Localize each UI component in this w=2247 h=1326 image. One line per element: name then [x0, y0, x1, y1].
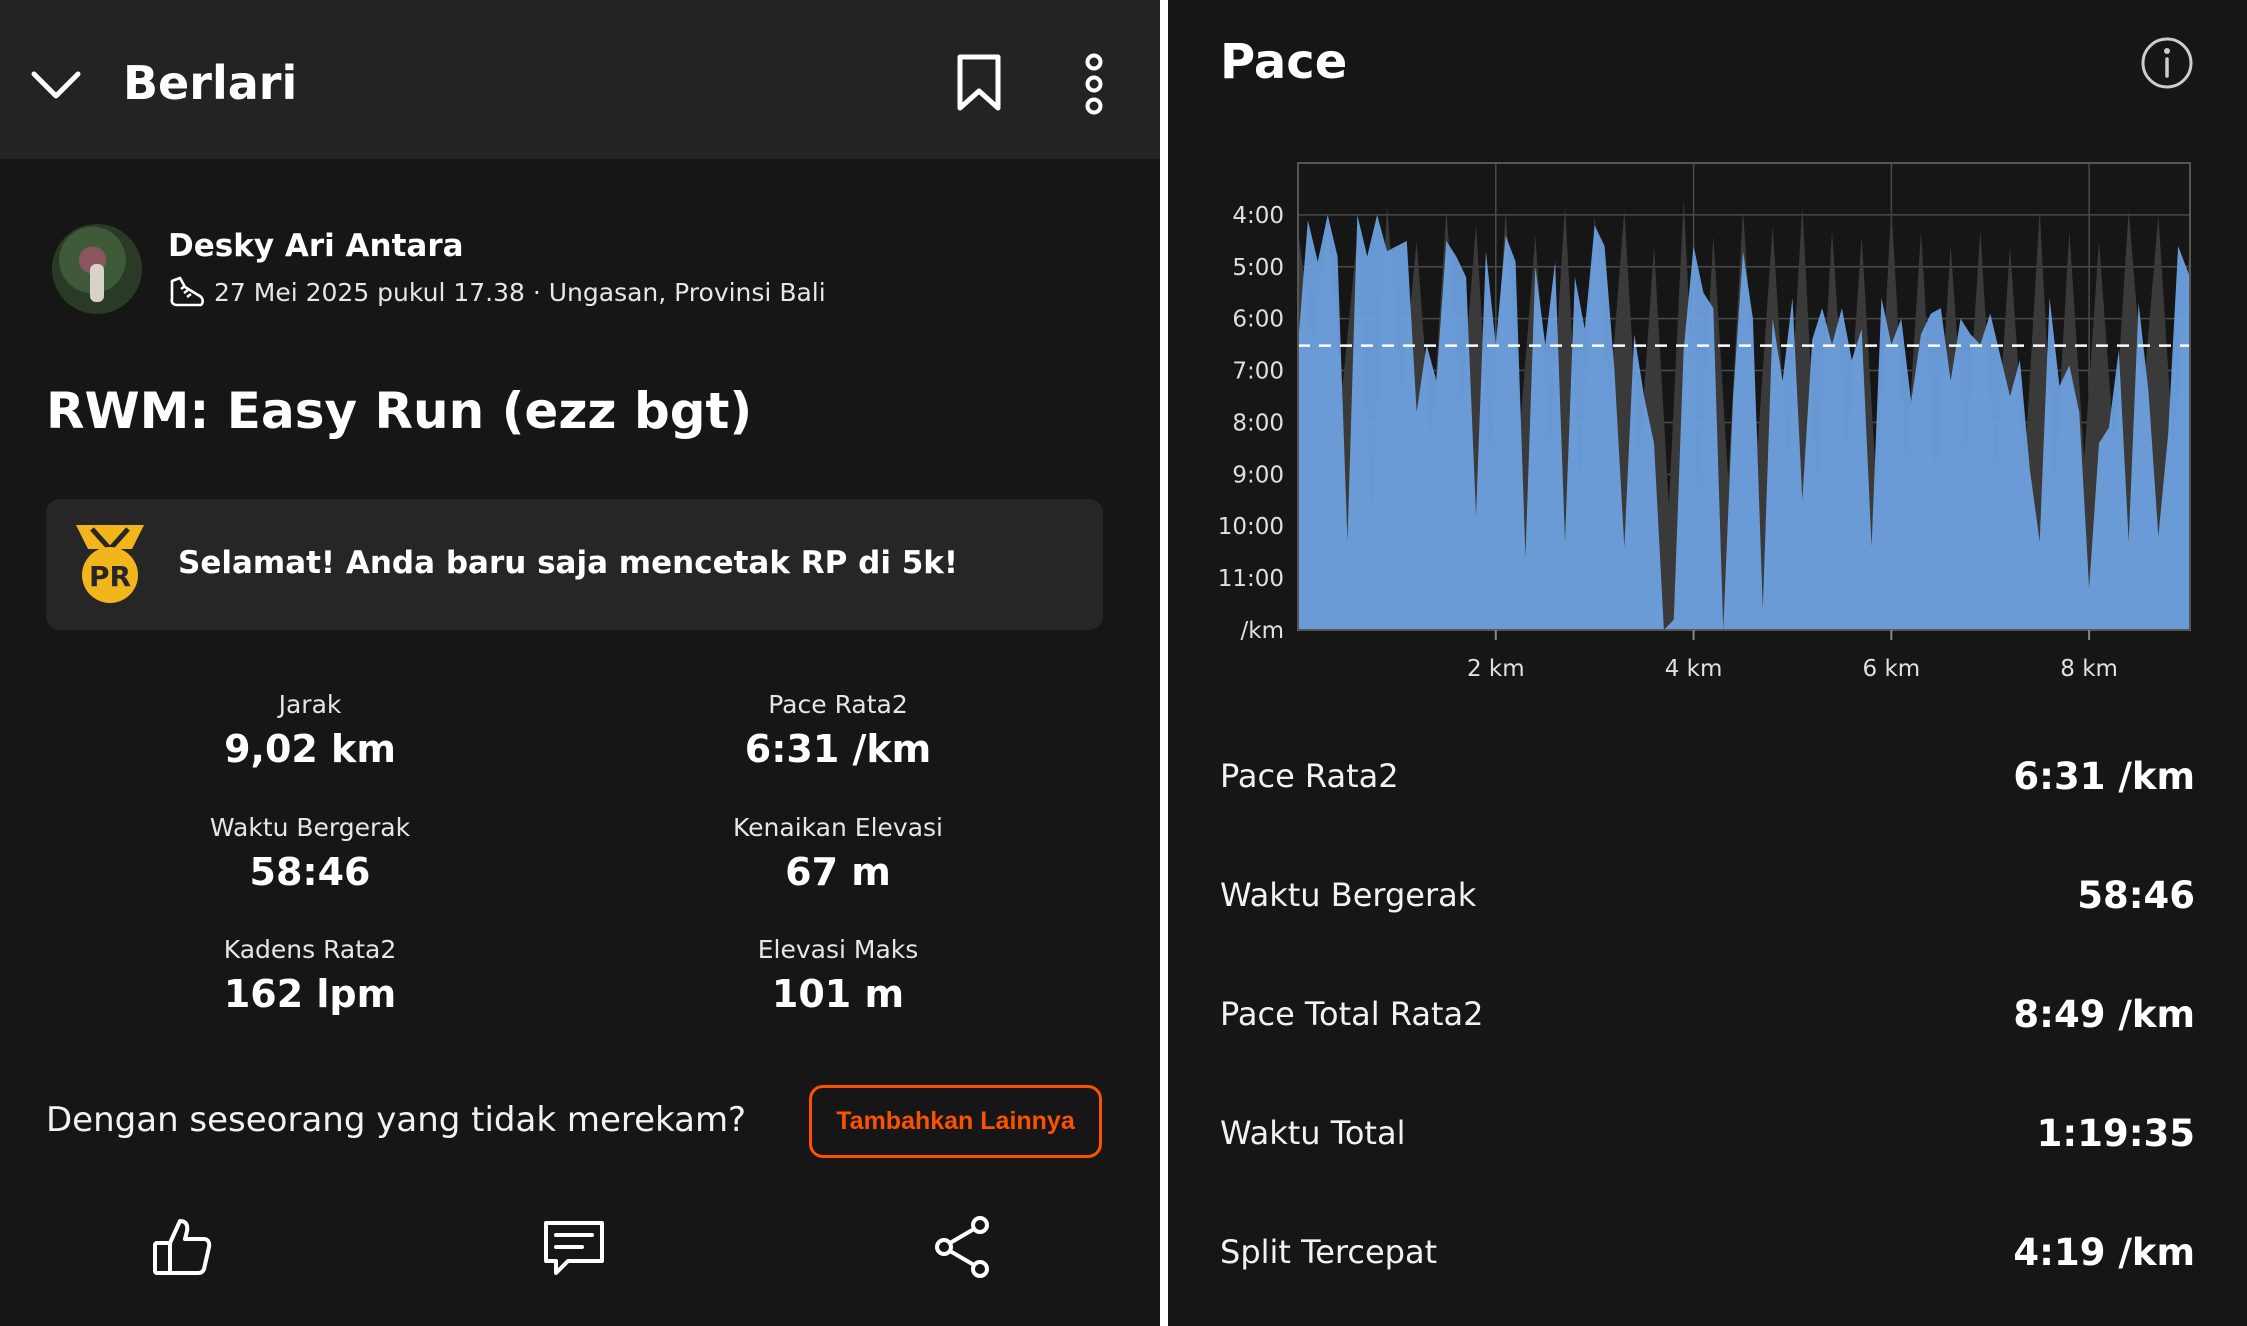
pr-achievement-card[interactable]: PR Selamat! Anda baru saja mencetak RP d… [46, 499, 1103, 630]
row-label: Waktu Total [1220, 1114, 1406, 1152]
athlete-name[interactable]: Desky Ari Antara [168, 228, 464, 264]
stat-value: 101 m [771, 972, 905, 1016]
pace-title: Pace [1220, 34, 1348, 90]
stat-max-elevation: Elevasi Maks 101 m [638, 933, 1038, 1019]
y-tick-label: /km [1241, 618, 1284, 644]
x-tick-label: 4 km [1665, 656, 1723, 682]
row-value: 4:19 /km [2013, 1230, 2195, 1274]
stat-value: 6:31 /km [744, 727, 932, 771]
bookmark-icon[interactable] [955, 54, 1003, 112]
stat-avg-cadence: Kadens Rata2 162 lpm [110, 933, 510, 1019]
avatar[interactable] [52, 224, 142, 314]
activity-date-location: 27 Mei 2025 pukul 17.38 · Ungasan, Provi… [214, 277, 826, 307]
stat-label: Kadens Rata2 [223, 935, 397, 964]
stat-label: Waktu Bergerak [209, 813, 411, 842]
pace-chart[interactable]: 4:00 5:00 6:00 7:00 8:00 9:00 10:00 11:00/km 2 … [1168, 140, 2247, 710]
add-others-button[interactable]: Tambahkan Lainnya [809, 1085, 1102, 1158]
pace-row-total-time: Waktu Total 1:19:35 [1220, 1103, 2195, 1163]
share-icon[interactable] [932, 1215, 996, 1279]
y-tick-label: 7:00 [1232, 359, 1284, 385]
pace-area-series [1298, 214, 2190, 630]
pace-row-avg-pace: Pace Rata2 6:31 /km [1220, 746, 2195, 806]
row-label: Waktu Bergerak [1220, 876, 1477, 914]
stat-label: Pace Rata2 [768, 690, 908, 719]
y-tick-label: 6:00 [1232, 307, 1284, 333]
x-tick-label: 2 km [1467, 656, 1525, 682]
stat-elevation-gain: Kenaikan Elevasi 67 m [638, 811, 1038, 897]
row-label: Split Tercepat [1220, 1233, 1438, 1271]
row-label: Pace Total Rata2 [1220, 995, 1484, 1033]
info-icon[interactable] [2140, 36, 2194, 90]
pace-panel: Pace 4:00 5:00 6:00 7:00 8:00 9:00 10:00 11:00 /… [1168, 0, 2247, 1326]
row-value: 6:31 /km [2013, 754, 2195, 798]
stat-value: 58:46 [249, 850, 371, 894]
row-value: 58:46 [2077, 873, 2195, 917]
x-tick-label: 8 km [2060, 656, 2118, 682]
y-tick-label: 10:00 [1218, 514, 1284, 540]
stat-distance: Jarak 9,02 km [110, 688, 510, 774]
running-shoe-icon [170, 276, 204, 307]
pace-row-total-avg-pace: Pace Total Rata2 8:49 /km [1220, 984, 2195, 1044]
stat-value: 162 lpm [223, 972, 397, 1016]
pr-badge-text: PR [89, 560, 131, 593]
stat-label: Kenaikan Elevasi [733, 813, 943, 842]
invite-prompt: Dengan seseorang yang tidak merekam? [46, 1100, 747, 1140]
comment-icon[interactable] [542, 1215, 606, 1279]
stat-label: Jarak [278, 690, 342, 719]
y-tick-label: 5:00 [1232, 255, 1284, 281]
stat-avg-pace: Pace Rata2 6:31 /km [638, 688, 1038, 774]
chevron-down-icon[interactable] [30, 64, 82, 104]
stat-moving-time: Waktu Bergerak 58:46 [110, 811, 510, 897]
page-title: Berlari [123, 56, 298, 110]
pace-row-moving-time: Waktu Bergerak 58:46 [1220, 865, 2195, 925]
row-value: 1:19:35 [2036, 1111, 2195, 1155]
y-tick-label: 4:00 [1232, 203, 1284, 229]
x-tick-label: 6 km [1863, 656, 1921, 682]
stat-value: 9,02 km [224, 727, 396, 771]
row-value: 8:49 /km [2013, 992, 2195, 1036]
pr-medal-icon: PR [76, 525, 144, 603]
activity-title: RWM: Easy Run (ezz bgt) [46, 382, 753, 440]
y-tick-label: 9:00 [1232, 462, 1284, 488]
stat-value: 67 m [785, 850, 891, 894]
y-tick-label: 11:00 [1218, 566, 1284, 592]
y-tick-label: 8:00 [1232, 410, 1284, 436]
activity-meta: 27 Mei 2025 pukul 17.38 · Ungasan, Provi… [168, 274, 826, 310]
more-options-icon[interactable] [1078, 53, 1110, 115]
stat-label: Elevasi Maks [757, 935, 919, 964]
pace-row-fastest-split: Split Tercepat 4:19 /km [1220, 1222, 2195, 1282]
top-bar: Berlari [0, 0, 1160, 159]
row-label: Pace Rata2 [1220, 757, 1399, 795]
pr-message: Selamat! Anda baru saja mencetak RP di 5… [178, 545, 959, 581]
activity-detail-panel: Berlari Desky Ari Antara 27 Mei 2025 puk… [0, 0, 1160, 1326]
thumbs-up-icon[interactable] [150, 1215, 214, 1279]
